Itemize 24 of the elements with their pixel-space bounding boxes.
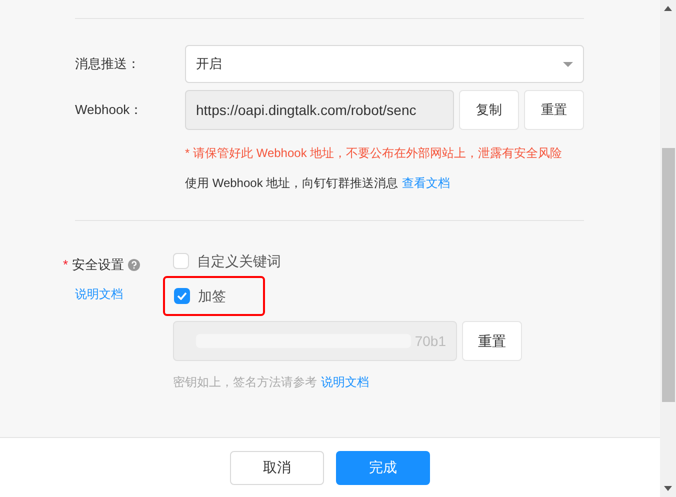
scroll-up-icon[interactable] [664,6,672,11]
check-icon [177,292,187,300]
checkbox-label: 加签 [198,286,226,306]
required-mark: * [63,256,68,274]
scrollbar-thumb[interactable] [662,148,674,402]
cancel-button[interactable]: 取消 [230,450,324,484]
reset-button[interactable]: 重置 [462,321,522,361]
checkbox[interactable] [173,253,189,269]
webhook-field[interactable]: https://oapi.dingtalk.com/robot/senc [185,90,454,130]
field-label: Webhook： [75,101,144,120]
hint-text: 使用 Webhook 地址，向钉钉群推送消息 [185,175,398,192]
reset-button[interactable]: 重置 [524,90,584,130]
scroll-down-icon[interactable] [664,486,672,491]
field-label: 安全设置 [72,256,124,274]
copy-button[interactable]: 复制 [459,90,519,130]
select-field[interactable]: 开启 [185,45,584,83]
checkbox[interactable] [174,288,190,304]
dropdown-caret-icon [563,62,573,66]
help-icon [128,258,140,271]
checkbox-label: 自定义关键词 [197,252,281,270]
warning-text: * 请保管好此 Webhook 地址，不要公布在外部网站上，泄露有安全风险 [185,145,564,162]
field-label: 消息推送： [75,55,141,74]
hint-text: 密钥如上，签名方法请参考 [173,374,317,391]
scrollbar[interactable] [660,0,676,497]
